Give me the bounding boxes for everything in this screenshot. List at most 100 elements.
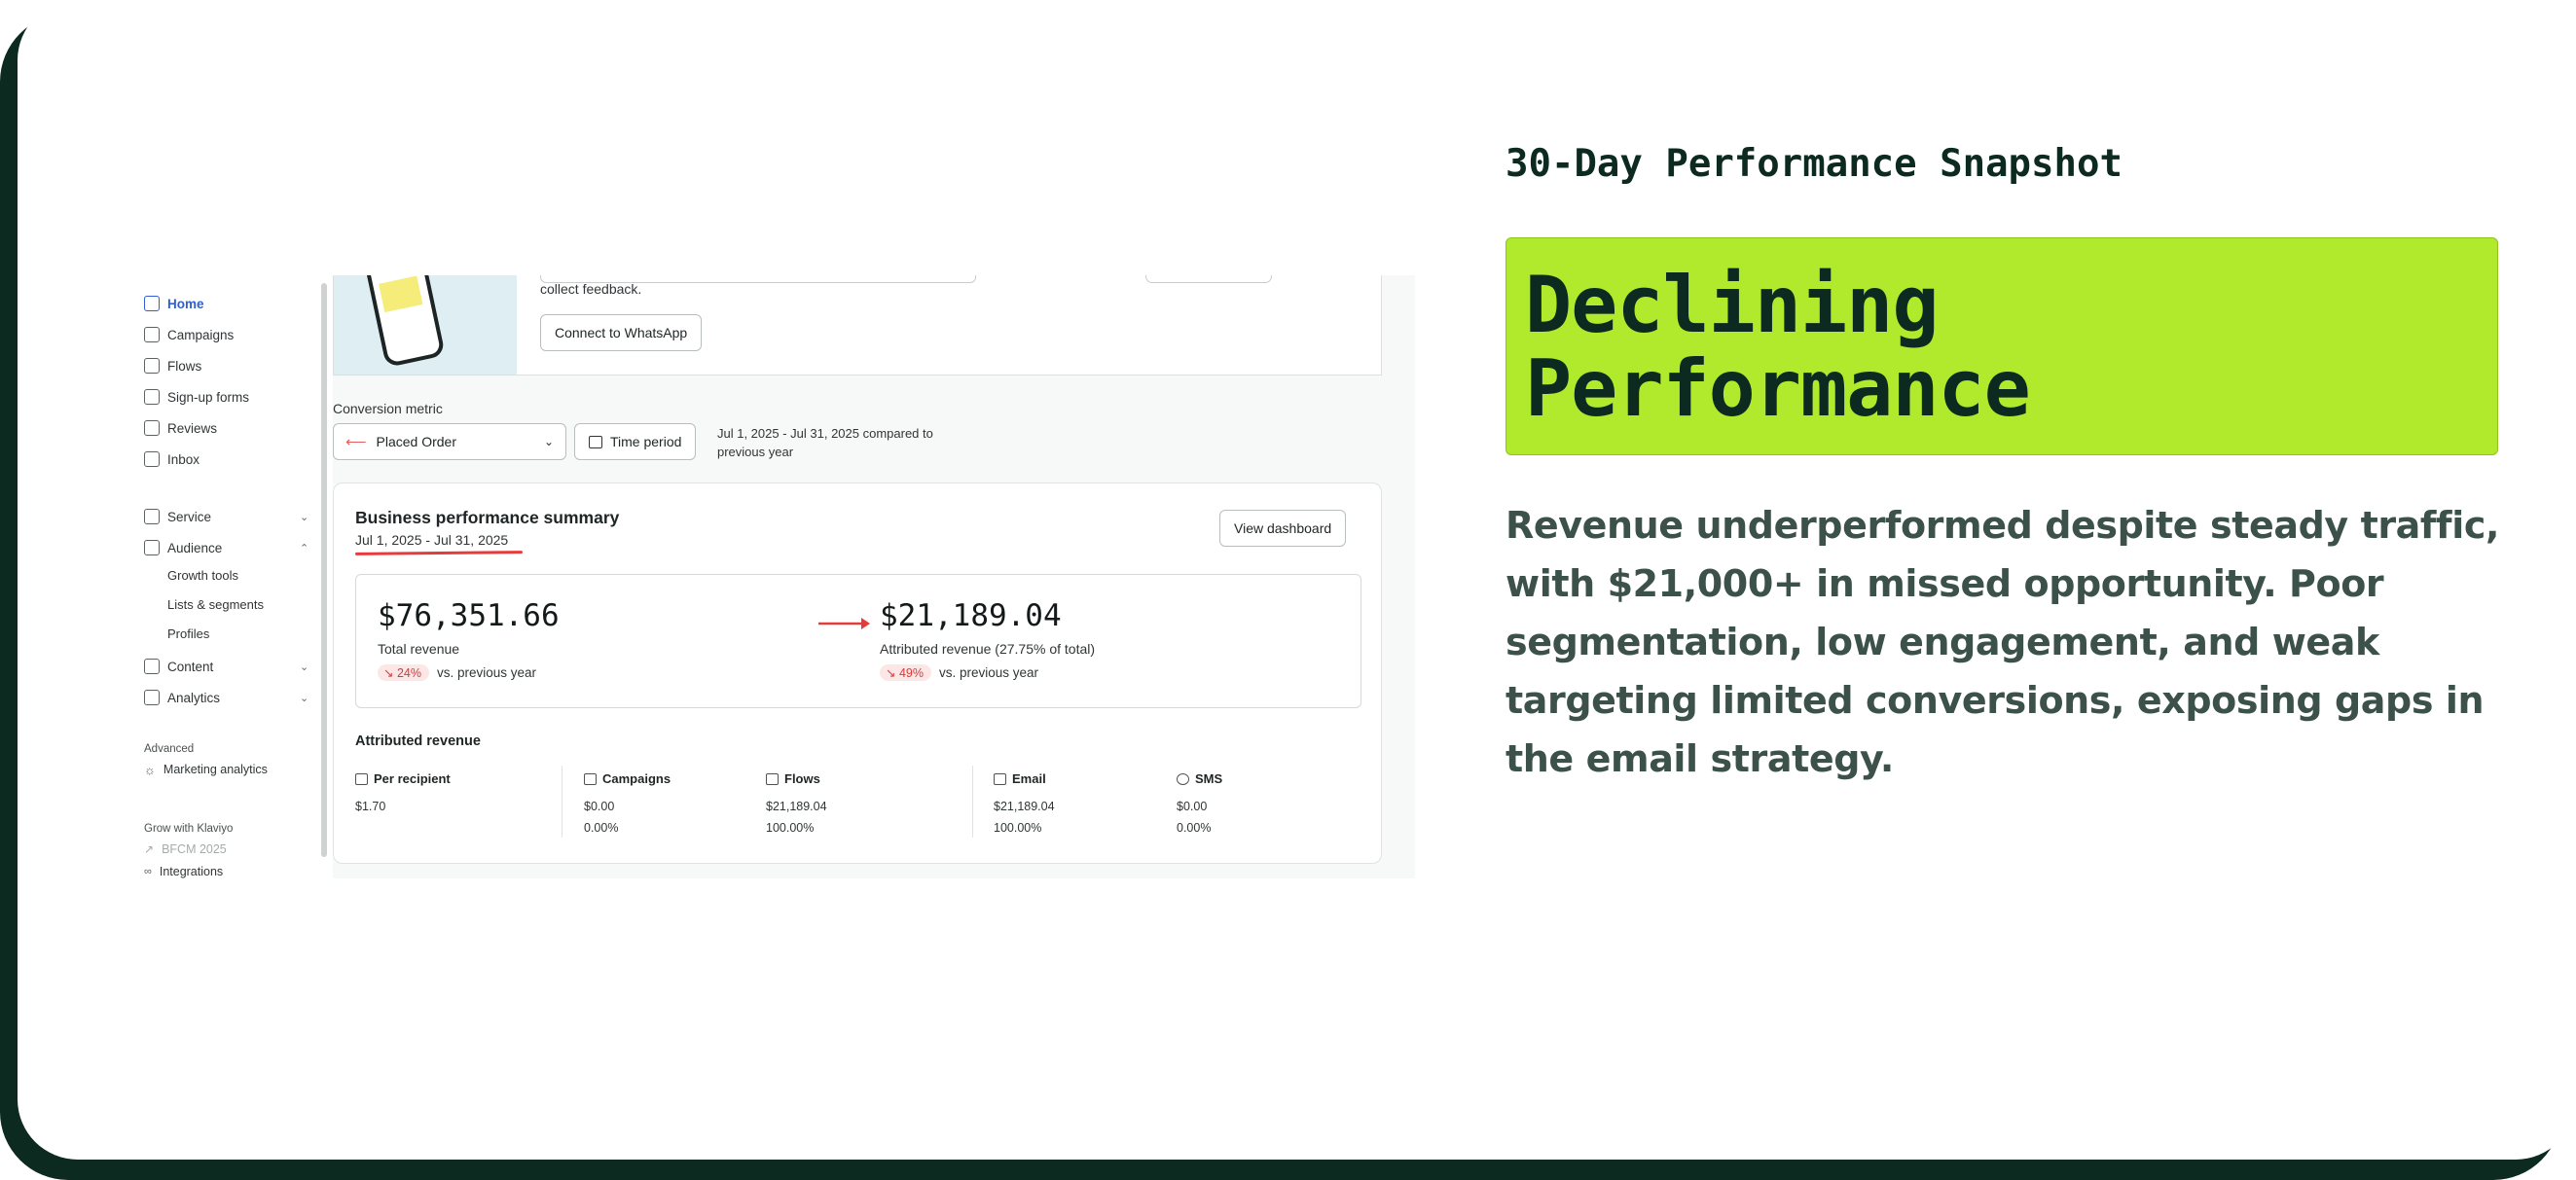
inbox-icon [144, 509, 160, 524]
flow-icon [144, 358, 160, 374]
attributed-col-per-recipient: Per recipient $1.70 [355, 771, 451, 817]
people-icon [355, 772, 368, 785]
performance-summary-card: Business performance summary Jul 1, 2025… [333, 483, 1382, 864]
column-pct: 0.00% [1177, 821, 1212, 835]
bulb-icon: ☼ [144, 762, 156, 777]
chevron-down-icon: ⌄ [543, 435, 554, 448]
attributed-revenue-trend: ↘ 49% vs. previous year [880, 664, 1038, 681]
column-divider [972, 766, 973, 838]
inbox-icon [144, 451, 160, 467]
time-period-label: Time period [610, 434, 682, 449]
attributed-revenue-value: $21,189.04 [880, 598, 1062, 633]
trend-value: 49% [898, 666, 924, 680]
attributed-col-email: Email $21,189.04 100.00% [994, 771, 1055, 839]
time-period-button[interactable]: Time period [574, 423, 697, 460]
home-icon [144, 296, 160, 311]
star-icon [144, 420, 160, 436]
red-arrow-icon [818, 618, 870, 629]
sidebar-subitem-profiles[interactable]: Profiles [167, 626, 209, 646]
total-revenue-label: Total revenue [378, 641, 460, 657]
content-icon [144, 659, 160, 674]
sidebar-item-home[interactable]: Home [144, 293, 204, 314]
sidebar-scrollbar[interactable] [321, 283, 327, 857]
banner-pill-button[interactable] [1145, 275, 1272, 283]
banner-text: collect feedback. [540, 281, 642, 297]
card-date: Jul 1, 2025 - Jul 31, 2025 [355, 532, 509, 548]
sidebar-section-advanced: Advanced [144, 743, 195, 755]
column-value: $0.00 [1177, 800, 1208, 813]
hero-title: Declining Performance [1525, 260, 2031, 434]
sidebar-item-label: Reviews [167, 420, 218, 436]
column-value: $0.00 [584, 800, 615, 813]
chart-icon [144, 690, 160, 705]
sidebar-item-analytics[interactable]: Analytics ⌄ [144, 687, 308, 708]
sidebar-item-marketing-analytics[interactable]: ☼ Marketing analytics [144, 759, 268, 780]
sidebar-item-label: BFCM 2025 [162, 842, 227, 856]
sidebar-item-reviews[interactable]: Reviews [144, 417, 217, 439]
column-label: Per recipient [374, 771, 451, 786]
trend-down-icon: ↘ [383, 666, 394, 680]
calendar-icon [589, 435, 602, 448]
attributed-col-sms: SMS $0.00 0.00% [1177, 771, 1222, 839]
sidebar-item-flows[interactable]: Flows [144, 355, 201, 376]
column-pct: 100.00% [994, 821, 1042, 835]
sidebar-subitem-lists-segments[interactable]: Lists & segments [167, 597, 264, 617]
sidebar-item-label: Home [167, 296, 204, 311]
send-icon [144, 327, 160, 342]
slide-card: Home Campaigns Flows Sign-up forms Revie… [18, 0, 2576, 1160]
trend-down-icon: ↘ [886, 666, 896, 680]
column-pct: 100.00% [766, 821, 815, 835]
sidebar-item-service[interactable]: Service ⌄ [144, 506, 308, 527]
mail-icon [994, 772, 1006, 785]
column-value: $21,189.04 [766, 800, 827, 813]
phone-illustration [334, 275, 517, 375]
total-revenue-trend: ↘ 24% vs. previous year [378, 664, 536, 681]
sidebar-subitem-growth-tools[interactable]: Growth tools [167, 568, 238, 588]
sidebar-item-campaigns[interactable]: Campaigns [144, 324, 234, 345]
column-value: $1.70 [355, 800, 386, 813]
sms-icon [1177, 772, 1189, 785]
conversion-metric-select[interactable]: ⟵ Placed Order ⌄ [333, 423, 566, 460]
chevron-up-icon: ⌃ [300, 542, 309, 554]
sidebar-item-integrations[interactable]: ∞ Integrations [144, 861, 223, 878]
chevron-down-icon: ⌄ [300, 692, 309, 704]
select-value: Placed Order [376, 434, 456, 449]
people-icon [144, 540, 160, 555]
sidebar-item-audience[interactable]: Audience ⌃ [144, 537, 308, 558]
total-revenue-value: $76,351.66 [378, 598, 560, 633]
sidebar-item-label: Flows [167, 358, 202, 374]
attributed-revenue-title: Attributed revenue [355, 733, 481, 749]
hero-title-line2: Performance [1525, 343, 2031, 434]
sidebar-item-label: Marketing analytics [163, 763, 268, 776]
sidebar-item-signup-forms[interactable]: Sign-up forms [144, 386, 249, 408]
column-pct: 0.00% [584, 821, 619, 835]
red-underline [354, 551, 524, 555]
column-label: Flows [784, 771, 820, 786]
sidebar-item-bfcm[interactable]: ↗ BFCM 2025 [144, 839, 227, 860]
trend-icon: ↗ [144, 842, 155, 856]
sidebar: Home Campaigns Flows Sign-up forms Revie… [127, 275, 321, 878]
sidebar-item-content[interactable]: Content ⌄ [144, 656, 308, 677]
attributed-col-flows: Flows $21,189.04 100.00% [766, 771, 827, 839]
chevron-down-icon: ⌄ [300, 661, 309, 673]
sidebar-item-label: Integrations [159, 865, 224, 878]
sidebar-item-label: Inbox [167, 451, 200, 467]
attributed-revenue-label: Attributed revenue (27.75% of total) [880, 641, 1096, 657]
sidebar-item-label: Sign-up forms [167, 389, 250, 405]
sidebar-item-inbox[interactable]: Inbox [144, 448, 200, 470]
snapshot-kicker: 30-Day Performance Snapshot [1506, 142, 2122, 186]
trend-caption: vs. previous year [939, 665, 1039, 680]
integrations-icon: ∞ [144, 866, 152, 877]
hero-banner: Declining Performance [1506, 237, 2498, 455]
chevron-down-icon: ⌄ [300, 511, 309, 523]
dashboard-screenshot: Home Campaigns Flows Sign-up forms Revie… [127, 275, 1415, 878]
view-dashboard-button[interactable]: View dashboard [1219, 510, 1347, 547]
column-label: Email [1012, 771, 1046, 786]
period-note: Jul 1, 2025 - Jul 31, 2025 compared to p… [717, 426, 933, 459]
send-icon [584, 772, 597, 785]
trend-caption: vs. previous year [437, 665, 537, 680]
connect-whatsapp-button[interactable]: Connect to WhatsApp [540, 314, 703, 351]
hero-title-line1: Declining [1525, 260, 1939, 350]
main-content: collect feedback. Connect to WhatsApp Co… [333, 275, 1415, 878]
sidebar-item-label: Service [167, 509, 212, 524]
